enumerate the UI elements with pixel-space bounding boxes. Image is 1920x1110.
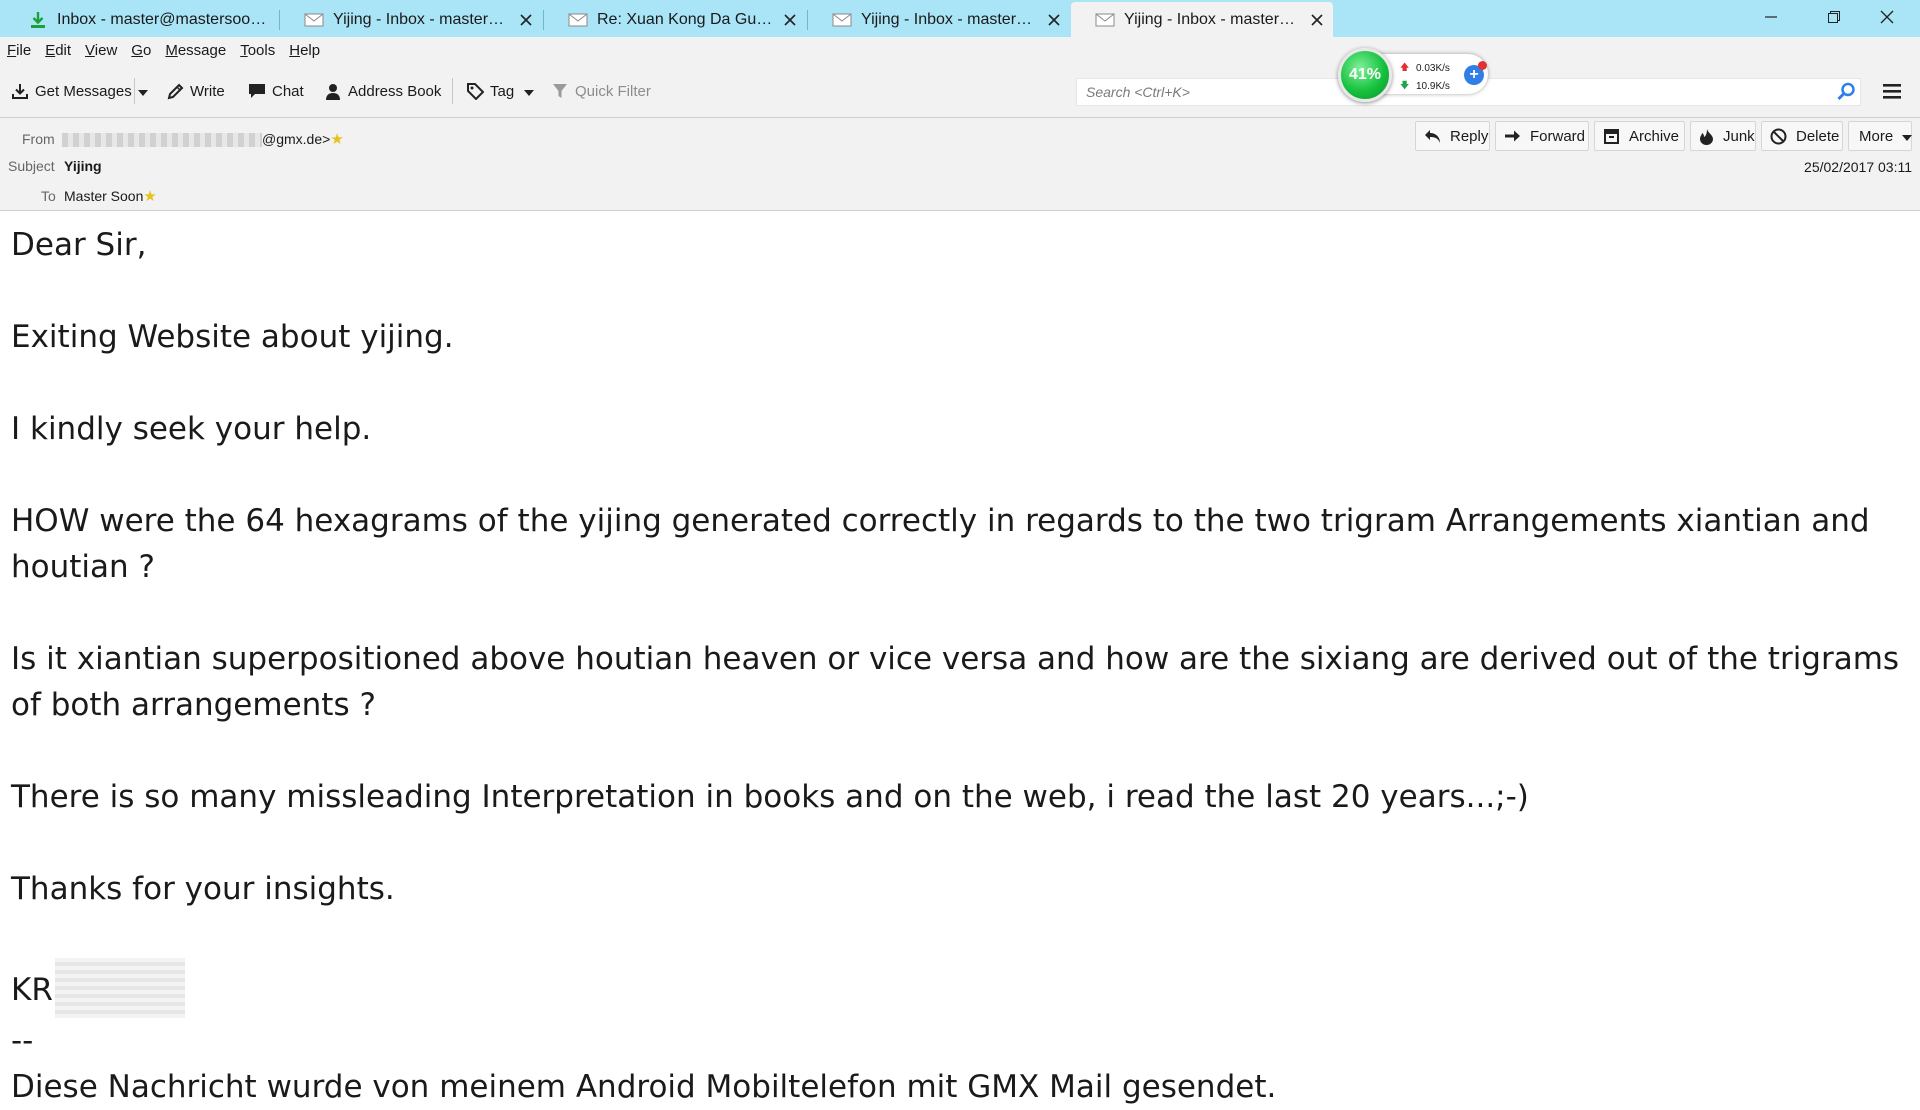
signature-separator: -- <box>11 1023 34 1059</box>
menu-edit[interactable]: Edit <box>45 42 71 59</box>
chat-button[interactable]: Chat <box>248 76 304 106</box>
subject-value: Yijing <box>64 158 102 174</box>
from-label: From <box>22 131 55 147</box>
menu-view[interactable]: View <box>85 42 117 59</box>
more-button[interactable]: More <box>1848 121 1913 151</box>
close-icon[interactable] <box>1046 12 1062 28</box>
tab-title: Yijing - Inbox - master@... <box>861 10 1038 28</box>
menu-tools[interactable]: Tools <box>240 42 275 59</box>
tab-yijing-2[interactable]: Yijing - Inbox - master@... <box>808 2 1070 37</box>
app-menu-button[interactable] <box>1881 81 1905 103</box>
close-icon[interactable] <box>518 12 534 28</box>
window-close-button[interactable] <box>1864 0 1910 34</box>
tab-title: Yijing - Inbox - master@... <box>1124 10 1301 28</box>
body-signoff: KR <box>11 958 1911 1018</box>
flame-icon <box>1699 128 1714 145</box>
filter-icon <box>551 82 569 100</box>
chat-icon <box>248 82 266 100</box>
arrow-down-icon: 🡇 <box>1400 80 1410 90</box>
body-paragraph: I kindly seek your help. <box>11 411 372 447</box>
signature-image <box>54 958 185 1018</box>
address-book-button[interactable]: Address Book <box>324 76 441 106</box>
get-messages-button[interactable]: Get Messages <box>11 76 132 106</box>
menu-go[interactable]: Go <box>131 42 151 59</box>
message-body: Dear Sir, Exiting Website about yijing. … <box>11 222 1911 1110</box>
archive-icon <box>1603 128 1620 145</box>
reply-button[interactable]: Reply <box>1415 121 1490 151</box>
chevron-down-icon <box>1902 128 1913 145</box>
download-icon <box>28 11 48 28</box>
chevron-down-icon <box>138 83 148 100</box>
message-header: From @gmx.de>★ Subject Yijing To Master … <box>0 118 1920 211</box>
cpu-usage-gauge: 41% <box>1338 48 1392 102</box>
menu-help[interactable]: Help <box>289 42 320 59</box>
envelope-icon <box>304 12 324 28</box>
to-value[interactable]: Master Soon★ <box>64 187 157 205</box>
body-paragraph: Thanks for your insights. <box>11 871 395 907</box>
from-value[interactable]: @gmx.de>★ <box>62 130 344 148</box>
tag-button[interactable]: Tag <box>466 76 535 106</box>
toolbar-separator <box>134 78 135 104</box>
junk-button[interactable]: Junk <box>1690 121 1756 151</box>
signature-footer: Diese Nachricht wurde von meinem Android… <box>11 1069 1277 1105</box>
write-button[interactable]: Write <box>166 76 225 106</box>
download-speed: 🡇 10.9K/s <box>1400 78 1450 94</box>
tab-title: Inbox - master@mastersoon.c... <box>57 10 268 28</box>
network-speed-widget[interactable]: 41% 🡅 0.03K/s 🡇 10.9K/s + <box>1338 48 1493 106</box>
forward-icon <box>1504 128 1521 145</box>
search-icon[interactable] <box>1836 82 1858 104</box>
notification-dot <box>1478 61 1487 70</box>
tab-yijing-active[interactable]: Yijing - Inbox - master@... <box>1071 2 1333 37</box>
minimize-button[interactable] <box>1748 0 1794 34</box>
menu-message[interactable]: Message <box>165 42 226 59</box>
contact-icon <box>324 82 342 100</box>
restore-button[interactable] <box>1811 0 1857 34</box>
reply-icon <box>1424 128 1441 145</box>
body-paragraph: There is so many missleading Interpretat… <box>11 779 1529 815</box>
tab-title: Yijing - Inbox - master@... <box>333 10 510 28</box>
close-icon[interactable] <box>782 12 798 28</box>
upload-speed: 🡅 0.03K/s <box>1400 60 1450 76</box>
delete-button[interactable]: Delete <box>1761 121 1843 151</box>
pencil-icon <box>166 82 184 100</box>
star-icon[interactable]: ★ <box>143 188 156 205</box>
archive-button[interactable]: Archive <box>1594 121 1685 151</box>
tag-icon <box>466 82 484 100</box>
to-label: To <box>41 188 56 204</box>
body-greeting: Dear Sir, <box>11 227 147 263</box>
chevron-down-icon <box>524 83 535 100</box>
download-icon <box>11 82 29 100</box>
star-icon[interactable]: ★ <box>330 131 343 148</box>
envelope-icon <box>832 12 852 28</box>
envelope-icon <box>1095 12 1115 28</box>
prohibited-icon <box>1770 128 1787 145</box>
main-toolbar: Get Messages Write Chat Address Book Tag <box>0 64 1920 118</box>
tab-bar: Inbox - master@mastersoon.c... Yijing - … <box>0 0 1920 37</box>
tab-xuan-kong[interactable]: Re: Xuan Kong Da Gua - I... <box>544 2 806 37</box>
tab-title: Re: Xuan Kong Da Gua - I... <box>597 10 774 28</box>
subject-label: Subject <box>8 158 55 174</box>
body-paragraph: Exiting Website about yijing. <box>11 319 454 355</box>
quick-filter-button[interactable]: Quick Filter <box>551 76 651 106</box>
menu-bar: File Edit View Go Message Tools Help <box>0 37 1920 64</box>
arrow-up-icon: 🡅 <box>1400 62 1410 72</box>
menu-file[interactable]: File <box>7 42 31 59</box>
toolbar-separator <box>452 78 453 104</box>
message-date: 25/02/2017 03:11 <box>1804 159 1912 175</box>
body-paragraph: Is it xiantian superpositioned above hou… <box>11 641 1900 723</box>
envelope-icon <box>568 12 588 28</box>
get-messages-dropdown[interactable] <box>138 76 154 106</box>
redacted-sender <box>62 133 262 148</box>
forward-button[interactable]: Forward <box>1495 121 1589 151</box>
tab-inbox[interactable]: Inbox - master@mastersoon.c... <box>4 2 276 37</box>
tab-yijing-1[interactable]: Yijing - Inbox - master@... <box>280 2 542 37</box>
body-paragraph: HOW were the 64 hexagrams of the yijing … <box>11 503 1870 585</box>
close-icon[interactable] <box>1309 12 1325 28</box>
